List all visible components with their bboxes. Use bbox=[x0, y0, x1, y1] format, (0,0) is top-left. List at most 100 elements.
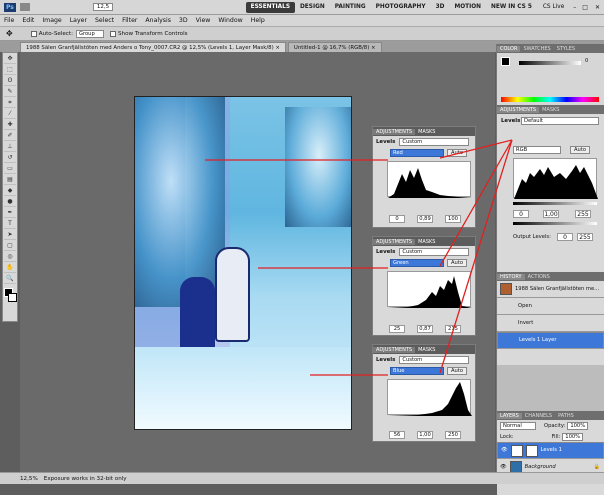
shape-tool-icon[interactable]: ▢ bbox=[4, 241, 16, 251]
output-white[interactable]: 255 bbox=[577, 233, 593, 241]
tab-adjustments[interactable]: ADJUSTMENTS bbox=[373, 346, 416, 353]
tab-actions[interactable]: ACTIONS bbox=[525, 274, 553, 280]
move-tool-icon[interactable]: ✥ bbox=[4, 54, 16, 64]
stamp-tool-icon[interactable]: ⊥ bbox=[4, 142, 16, 152]
auto-button[interactable]: Auto bbox=[570, 146, 591, 154]
menu-3d[interactable]: 3D bbox=[175, 17, 192, 24]
3d-rotate-tool-icon[interactable]: ◎ bbox=[4, 252, 16, 262]
brush-tool-icon[interactable]: ✐ bbox=[4, 131, 16, 141]
channel-select[interactable]: Blue bbox=[390, 366, 444, 375]
status-zoom[interactable]: 12,5% bbox=[20, 476, 38, 482]
auto-button[interactable]: Auto bbox=[447, 366, 468, 375]
document-photo[interactable] bbox=[134, 96, 352, 430]
tab-color[interactable]: COLOR bbox=[497, 45, 521, 52]
workspace-painting[interactable]: PAINTING bbox=[330, 4, 371, 10]
black-point-input[interactable]: 56 bbox=[389, 431, 405, 439]
workspace-3d[interactable]: 3D bbox=[431, 4, 450, 10]
preset-select[interactable]: Custom bbox=[399, 355, 470, 364]
visibility-eye-icon[interactable]: 👁 bbox=[500, 464, 507, 470]
lasso-tool-icon[interactable]: ʘ bbox=[4, 76, 16, 86]
input-slider[interactable] bbox=[513, 202, 597, 205]
menu-edit[interactable]: Edit bbox=[18, 17, 38, 24]
opacity-input[interactable]: 100% bbox=[567, 421, 589, 430]
menu-help[interactable]: Help bbox=[247, 17, 269, 24]
menu-select[interactable]: Select bbox=[91, 17, 118, 24]
tab-swatches[interactable]: SWATCHES bbox=[520, 46, 553, 52]
input-black[interactable]: 0 bbox=[513, 210, 529, 218]
preset-select[interactable]: Custom bbox=[399, 247, 470, 256]
preset-select[interactable]: Default bbox=[521, 117, 599, 125]
workspace-design[interactable]: DESIGN bbox=[295, 4, 330, 10]
menu-filter[interactable]: Filter bbox=[118, 17, 141, 24]
workspace-motion[interactable]: MOTION bbox=[449, 4, 486, 10]
background-color-swatch[interactable] bbox=[8, 293, 17, 302]
workspace-new-in-cs5[interactable]: NEW IN CS 5 bbox=[486, 4, 537, 10]
tab-paths[interactable]: PATHS bbox=[555, 413, 577, 419]
white-point-input[interactable]: 215 bbox=[445, 325, 461, 333]
channel-select[interactable]: RGB bbox=[513, 146, 561, 154]
black-point-input[interactable]: 0 bbox=[389, 215, 405, 223]
tab-layers[interactable]: LAYERS bbox=[497, 412, 522, 419]
blend-mode-select[interactable]: Normal bbox=[500, 421, 536, 430]
tab-document-1[interactable]: 1988 Sälen Granfjällstöten med Anders o … bbox=[20, 42, 286, 52]
tab-adjustments[interactable]: ADJUSTMENTS bbox=[497, 106, 540, 113]
tab-adjustments[interactable]: ADJUSTMENTS bbox=[373, 128, 416, 135]
menu-file[interactable]: File bbox=[0, 17, 18, 24]
channel-select[interactable]: Red bbox=[390, 148, 444, 157]
tab-masks[interactable]: MASKS bbox=[415, 129, 438, 135]
history-brush-tool-icon[interactable]: ↺ bbox=[4, 153, 16, 163]
history-snapshot[interactable]: 1988 Sälen Granfjällstöten me... bbox=[497, 281, 604, 298]
marquee-tool-icon[interactable]: ⬚ bbox=[4, 65, 16, 75]
bridge-icon[interactable] bbox=[19, 3, 30, 11]
output-black[interactable]: 0 bbox=[557, 233, 573, 241]
zoom-field[interactable]: 12,5 bbox=[92, 3, 114, 11]
pen-tool-icon[interactable]: ✒ bbox=[4, 208, 16, 218]
gradient-tool-icon[interactable]: ▤ bbox=[4, 175, 16, 185]
black-point-input[interactable]: 25 bbox=[389, 325, 405, 333]
tab-masks[interactable]: MASKS bbox=[415, 239, 438, 245]
menu-layer[interactable]: Layer bbox=[66, 17, 91, 24]
tab-masks[interactable]: MASKS bbox=[539, 107, 562, 113]
healing-tool-icon[interactable]: ✚ bbox=[4, 120, 16, 130]
quick-select-tool-icon[interactable]: ✎ bbox=[4, 87, 16, 97]
menu-analysis[interactable]: Analysis bbox=[141, 17, 175, 24]
hand-tool-icon[interactable]: ✋ bbox=[4, 263, 16, 273]
history-item-invert[interactable]: Invert bbox=[497, 315, 604, 332]
input-white[interactable]: 255 bbox=[575, 210, 591, 218]
minimize-icon[interactable]: – bbox=[573, 4, 576, 11]
white-point-input[interactable]: 100 bbox=[445, 215, 461, 223]
close-icon[interactable]: ✕ bbox=[595, 4, 600, 11]
tab-adjustments[interactable]: ADJUSTMENTS bbox=[373, 238, 416, 245]
auto-button[interactable]: Auto bbox=[447, 258, 468, 267]
menu-image[interactable]: Image bbox=[38, 17, 65, 24]
transform-checkbox[interactable] bbox=[109, 30, 116, 37]
auto-select-checkbox[interactable] bbox=[30, 30, 37, 37]
history-item-levels[interactable]: Levels 1 Layer bbox=[497, 332, 604, 349]
fill-input[interactable]: 100% bbox=[562, 432, 584, 441]
color-slider[interactable] bbox=[519, 61, 581, 65]
cs-live-button[interactable]: CS Live bbox=[543, 4, 564, 10]
gamma-input[interactable]: 0,87 bbox=[417, 325, 433, 333]
white-point-input[interactable]: 250 bbox=[445, 431, 461, 439]
tab-channels[interactable]: CHANNELS bbox=[522, 413, 555, 419]
visibility-eye-icon[interactable]: 👁 bbox=[501, 447, 508, 454]
path-select-tool-icon[interactable]: ➤ bbox=[4, 230, 16, 240]
tab-masks[interactable]: MASKS bbox=[415, 347, 438, 353]
channel-select[interactable]: Green bbox=[390, 258, 444, 267]
preset-select[interactable]: Custom bbox=[399, 137, 470, 146]
crop-tool-icon[interactable]: ⌗ bbox=[4, 98, 16, 108]
input-gamma[interactable]: 1,00 bbox=[543, 210, 559, 218]
gamma-input[interactable]: 0,89 bbox=[417, 215, 433, 223]
group-select[interactable]: Group bbox=[75, 29, 104, 38]
workspace-essentials[interactable]: ESSENTIALS bbox=[245, 1, 295, 13]
workspace-photography[interactable]: PHOTOGRAPHY bbox=[371, 4, 431, 10]
maximize-icon[interactable]: □ bbox=[582, 4, 588, 11]
tab-document-2[interactable]: Untitled-1 @ 16,7% (RGB/8) × bbox=[287, 42, 382, 52]
tab-styles[interactable]: STYLES bbox=[554, 46, 578, 52]
layer-levels-1[interactable]: 👁 Levels 1 bbox=[497, 442, 604, 459]
history-item-open[interactable]: Open bbox=[497, 298, 604, 315]
auto-button[interactable]: Auto bbox=[447, 148, 468, 157]
zoom-tool-icon[interactable]: 🔍 bbox=[4, 274, 16, 284]
foreground-color-swatch[interactable] bbox=[501, 57, 510, 66]
tab-history[interactable]: HISTORY bbox=[497, 273, 525, 280]
